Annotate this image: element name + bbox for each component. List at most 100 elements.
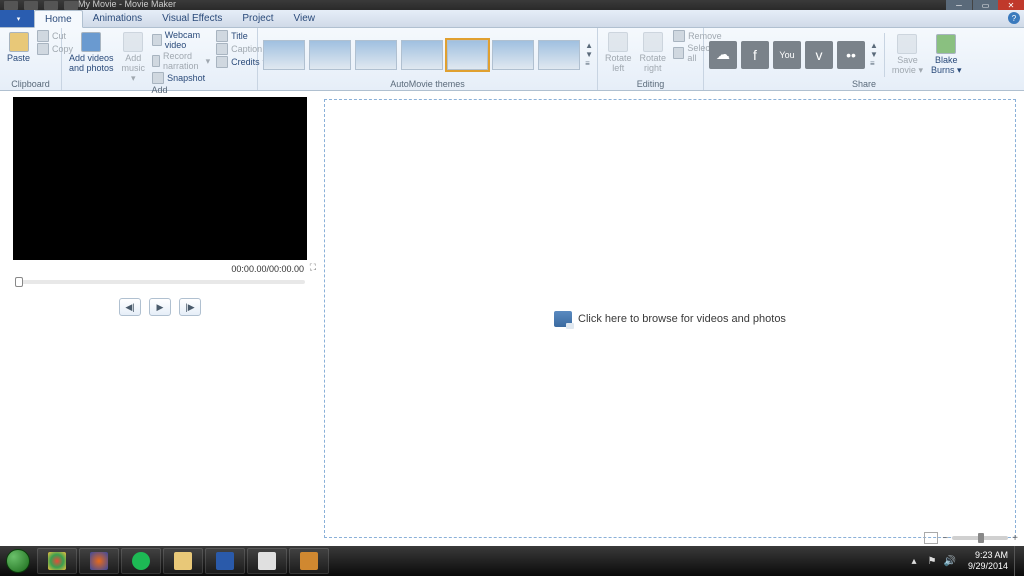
preview-time: 00:00.00/00:00.00 xyxy=(4,260,316,276)
snapshot-icon xyxy=(152,72,164,84)
prev-frame-button[interactable]: ◀| xyxy=(119,298,141,316)
thumbnail-size-icon[interactable] xyxy=(924,532,938,544)
save-movie-icon xyxy=(897,34,917,54)
add-videos-photos-button[interactable]: Add videos and photos xyxy=(66,30,117,75)
rotate-right-button[interactable]: Rotate right xyxy=(637,30,670,75)
group-clipboard: Paste Cut Copy Clipboard xyxy=(0,28,62,90)
paste-button[interactable]: Paste xyxy=(4,30,33,65)
save-movie-button[interactable]: Save movie ▾ xyxy=(889,32,926,77)
taskbar: ▴ ⚑ 🔊 9:23 AM 9/29/2014 xyxy=(0,546,1024,576)
taskbar-moviemaker[interactable] xyxy=(289,548,329,574)
tray-overflow-icon[interactable]: ▴ xyxy=(908,555,920,567)
webcam-icon xyxy=(152,34,162,46)
next-frame-button[interactable]: |▶ xyxy=(179,298,201,316)
theme-thumb-1[interactable] xyxy=(263,40,305,70)
qat-undo-icon[interactable] xyxy=(44,1,58,10)
tab-view[interactable]: View xyxy=(284,10,326,27)
tray-action-center-icon[interactable]: ⚑ xyxy=(926,555,938,567)
share-onedrive-button[interactable]: ☁ xyxy=(709,41,737,69)
show-desktop-button[interactable] xyxy=(1014,546,1024,576)
titlebar: My Movie - Movie Maker ─ ▭ ✕ xyxy=(0,0,1024,10)
share-youtube-button[interactable]: You xyxy=(773,41,801,69)
seek-bar[interactable] xyxy=(15,280,305,284)
remove-icon xyxy=(673,30,685,42)
share-expand[interactable]: ≡ xyxy=(870,59,878,68)
ribbon-tabstrip: Home Animations Visual Effects Project V… xyxy=(0,10,1024,28)
taskbar-spotify[interactable] xyxy=(121,548,161,574)
caption-icon xyxy=(216,43,228,55)
tab-home[interactable]: Home xyxy=(34,10,83,28)
title-icon xyxy=(216,30,228,42)
browse-dropzone[interactable]: Click here to browse for videos and phot… xyxy=(324,99,1016,538)
select-all-icon xyxy=(673,47,684,59)
tray-volume-icon[interactable]: 🔊 xyxy=(944,555,956,567)
browse-text: Click here to browse for videos and phot… xyxy=(578,313,786,325)
group-add: Add videos and photos Add music ▾ Webcam… xyxy=(62,28,258,90)
browse-icon xyxy=(554,311,572,327)
help-icon[interactable]: ? xyxy=(1008,12,1020,24)
webcam-video-button[interactable]: Webcam video xyxy=(150,30,212,50)
cut-icon xyxy=(37,30,49,42)
play-button[interactable]: ▶ xyxy=(149,298,171,316)
zoom-in-button[interactable]: + xyxy=(1012,533,1018,544)
theme-expand[interactable]: ≡ xyxy=(585,59,593,68)
maximize-button[interactable]: ▭ xyxy=(972,0,998,10)
paste-icon xyxy=(9,32,29,52)
theme-thumb-4[interactable] xyxy=(401,40,443,70)
share-facebook-button[interactable]: f xyxy=(741,41,769,69)
tab-animations[interactable]: Animations xyxy=(83,10,152,27)
zoom-knob[interactable] xyxy=(978,533,984,543)
qat-redo-icon[interactable] xyxy=(64,1,78,10)
zoom-out-button[interactable]: − xyxy=(942,533,948,544)
add-music-button[interactable]: Add music ▾ xyxy=(119,30,149,85)
theme-thumb-7[interactable] xyxy=(538,40,580,70)
share-scroll-up[interactable]: ▲ xyxy=(870,41,878,50)
qat-save-icon[interactable] xyxy=(24,1,38,10)
user-icon xyxy=(936,34,956,54)
theme-thumb-2[interactable] xyxy=(309,40,351,70)
rotate-left-icon xyxy=(608,32,628,52)
taskbar-chrome[interactable] xyxy=(37,548,77,574)
theme-scroll-down[interactable]: ▼ xyxy=(585,50,593,59)
window-title: My Movie - Movie Maker xyxy=(78,0,176,9)
rotate-left-button[interactable]: Rotate left xyxy=(602,30,635,75)
taskbar-word[interactable] xyxy=(205,548,245,574)
taskbar-firefox[interactable] xyxy=(79,548,119,574)
add-videos-icon xyxy=(81,32,101,52)
start-button[interactable] xyxy=(0,546,36,576)
copy-icon xyxy=(37,43,49,55)
preview-video xyxy=(13,97,307,260)
snapshot-button[interactable]: Snapshot xyxy=(150,72,212,84)
theme-thumb-6[interactable] xyxy=(492,40,534,70)
timeline-pane: Click here to browse for videos and phot… xyxy=(320,91,1024,546)
theme-thumb-3[interactable] xyxy=(355,40,397,70)
zoom-slider[interactable] xyxy=(952,536,1008,540)
close-button[interactable]: ✕ xyxy=(998,0,1024,10)
tab-project[interactable]: Project xyxy=(232,10,283,27)
record-narration-button[interactable]: Record narration ▾ xyxy=(150,51,212,71)
share-flickr-button[interactable]: •• xyxy=(837,41,865,69)
share-vimeo-button[interactable]: v xyxy=(805,41,833,69)
start-orb-icon xyxy=(6,549,30,573)
main-area: 00:00.00/00:00.00 ◀| ▶ |▶ Click here to … xyxy=(0,91,1024,546)
tray-clock[interactable]: 9:23 AM 9/29/2014 xyxy=(962,550,1014,572)
add-music-icon xyxy=(123,32,143,52)
theme-scroll-up[interactable]: ▲ xyxy=(585,41,593,50)
minimize-button[interactable]: ─ xyxy=(946,0,972,10)
sign-in-button[interactable]: Blake Burns ▾ xyxy=(928,32,965,77)
file-menu-button[interactable] xyxy=(0,10,34,27)
theme-thumb-5[interactable] xyxy=(447,40,489,70)
taskbar-paint[interactable] xyxy=(247,548,287,574)
taskbar-explorer[interactable] xyxy=(163,548,203,574)
app-icon xyxy=(4,1,18,10)
rotate-right-icon xyxy=(643,32,663,52)
share-scroll-down[interactable]: ▼ xyxy=(870,50,878,59)
tab-visual-effects[interactable]: Visual Effects xyxy=(152,10,232,27)
ribbon: Paste Cut Copy Clipboard Add videos and … xyxy=(0,28,1024,91)
group-automovie: ▲ ▼ ≡ AutoMovie themes xyxy=(258,28,598,90)
group-editing: Rotate left Rotate right Remove Select a… xyxy=(598,28,704,90)
seek-handle[interactable] xyxy=(15,277,23,287)
group-share: ☁ f You v •• ▲ ▼ ≡ Save movie ▾ Blake Bu… xyxy=(704,28,1024,90)
zoom-bar: − + xyxy=(924,532,1018,544)
credits-icon xyxy=(216,56,228,68)
